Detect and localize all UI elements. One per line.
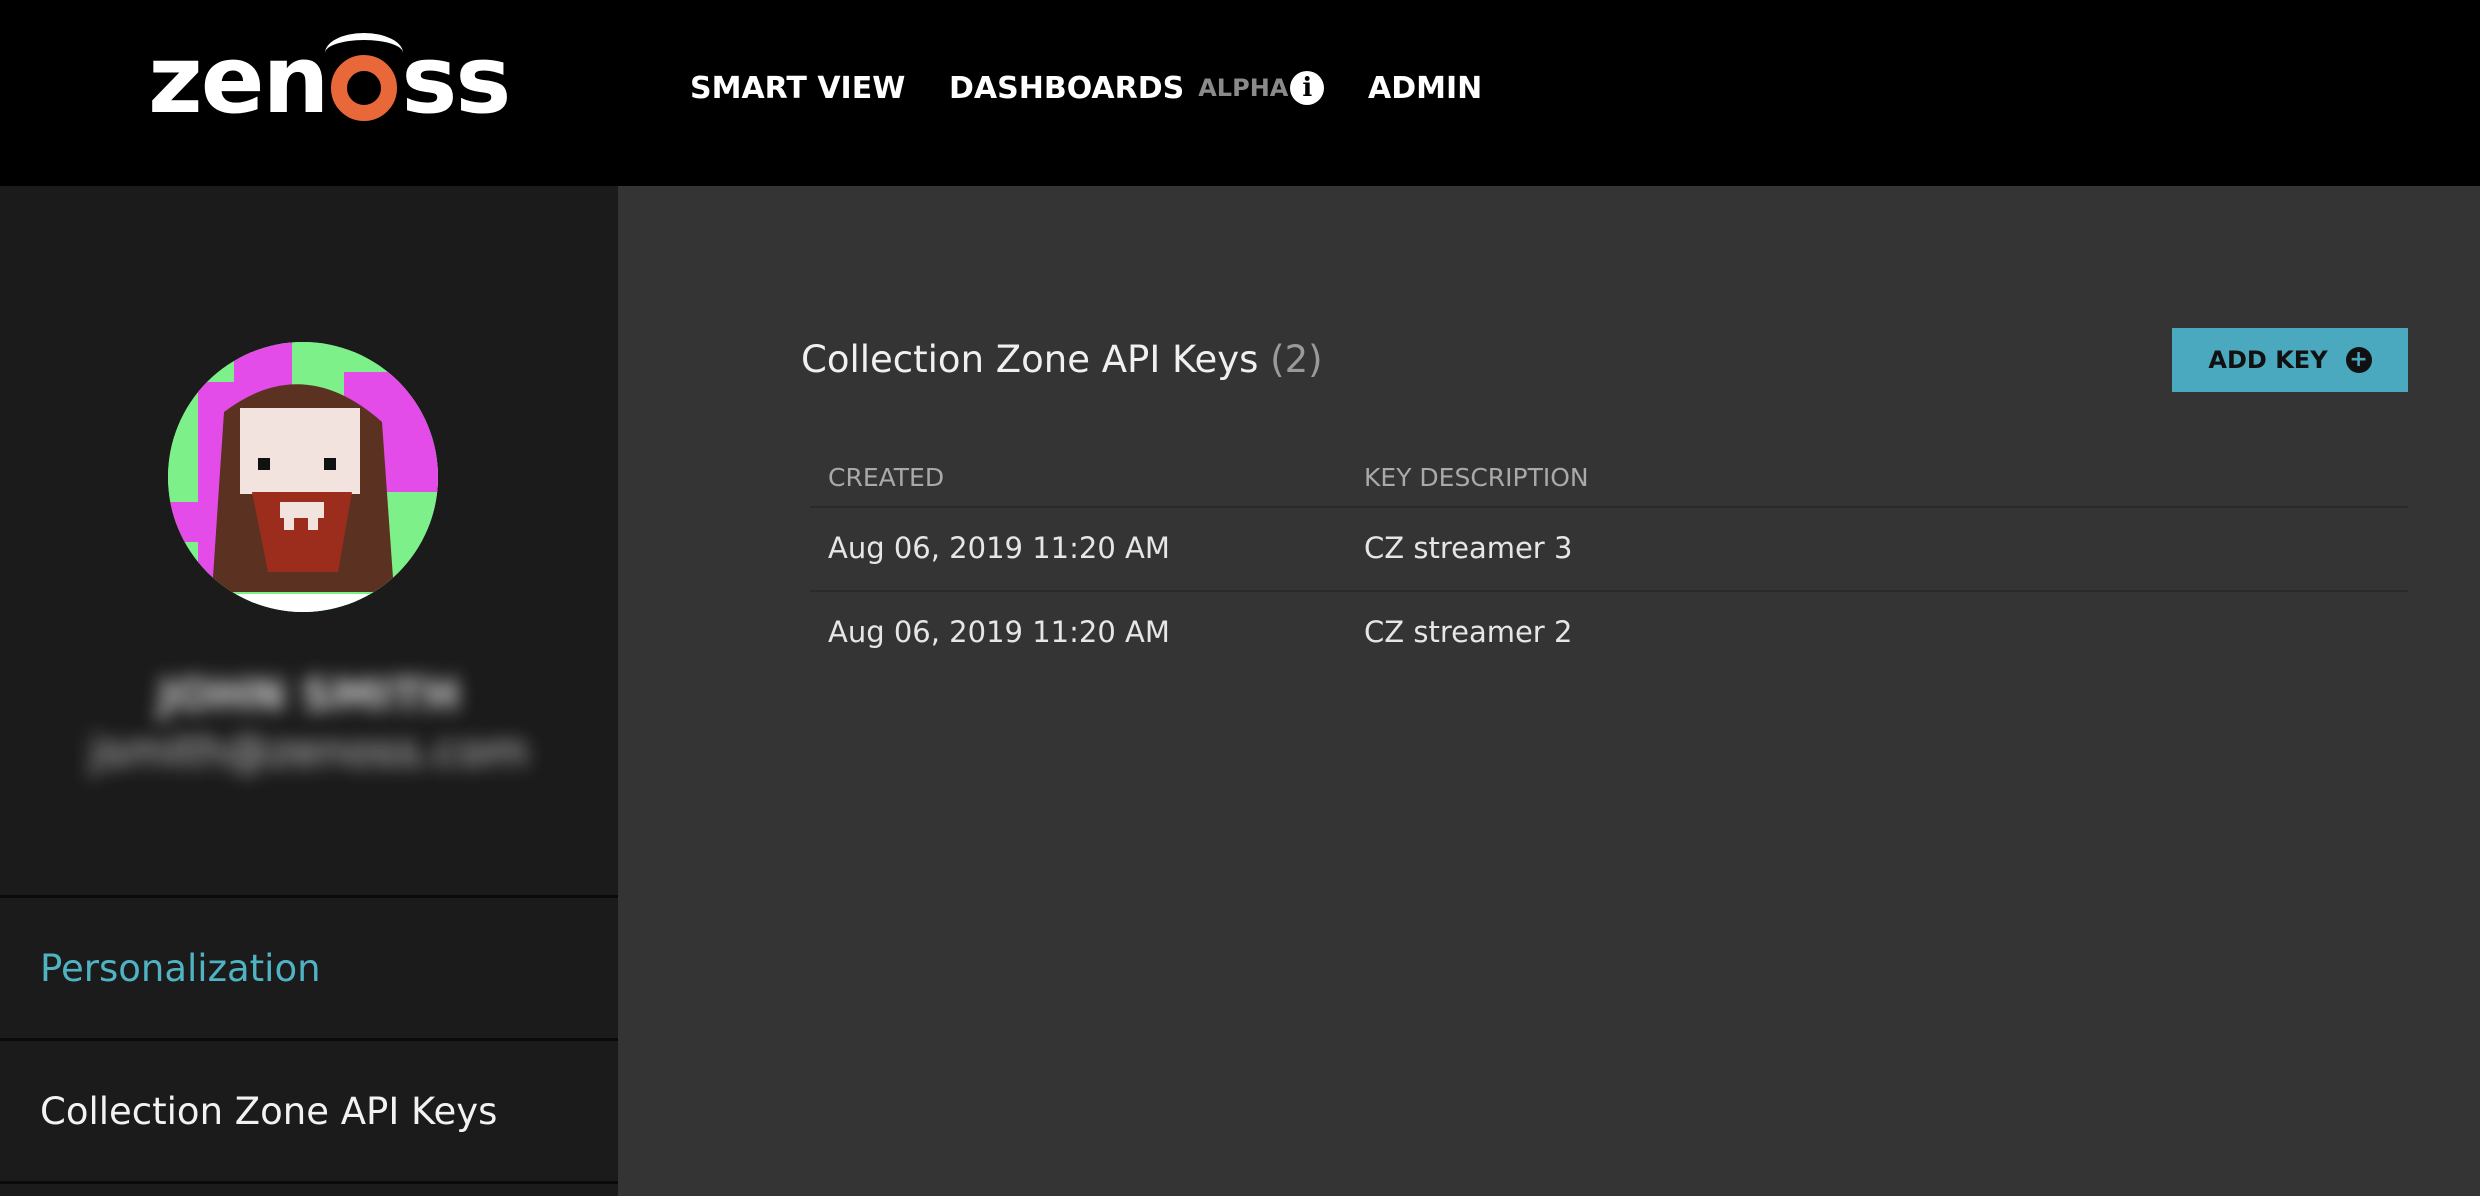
sidebar: JOHN SMITH jsmith@zenoss.com Personaliza… (0, 186, 618, 1196)
user-email: jsmith@zenoss.com (89, 726, 529, 777)
main-content: Collection Zone API Keys (2) ADD KEY + C… (618, 186, 2480, 1196)
alpha-badge: ALPHA (1198, 74, 1289, 102)
logo-ring-icon (325, 33, 404, 121)
info-icon[interactable]: i (1290, 71, 1325, 105)
logo-text-right: ss (401, 26, 511, 135)
add-key-label: ADD KEY (2208, 346, 2328, 374)
user-name: JOHN SMITH (158, 670, 460, 721)
cell-created: Aug 06, 2019 11:20 AM (828, 615, 1170, 649)
sidebar-divider (0, 1181, 618, 1184)
key-count: (2) (1270, 338, 1323, 381)
cell-key-description: CZ streamer 3 (1364, 531, 1573, 565)
add-key-button[interactable]: ADD KEY + (2172, 328, 2408, 392)
plus-circle-icon: + (2345, 347, 2372, 373)
sidebar-item-collection-zone-api-keys[interactable]: Collection Zone API Keys (0, 1041, 618, 1181)
nav-admin-label: ADMIN (1368, 70, 1483, 106)
column-header-created[interactable]: CREATED (828, 463, 944, 492)
nav-admin[interactable]: ADMIN (1368, 66, 1482, 110)
page-title: Collection Zone API Keys (2) (801, 338, 1323, 381)
column-header-key-description[interactable]: KEY DESCRIPTION (1364, 463, 1589, 492)
sidebar-item-label: Collection Zone API Keys (40, 1089, 498, 1133)
nav-smart-view-label: SMART VIEW (690, 70, 906, 106)
cell-created: Aug 06, 2019 11:20 AM (828, 531, 1170, 565)
sidebar-item-label: Personalization (40, 946, 321, 990)
top-navigation-bar: zen ss SMART VIEW DASHBOARDS ALPHA i ADM… (0, 0, 2480, 186)
nav-dashboards-label: DASHBOARDS (949, 70, 1185, 106)
logo-text-left: zen (148, 26, 329, 135)
zenoss-logo[interactable]: zen ss (148, 26, 511, 135)
nav-smart-view[interactable]: SMART VIEW (690, 66, 905, 110)
avatar (168, 342, 438, 612)
nav-dashboards[interactable]: DASHBOARDS ALPHA i (949, 66, 1325, 110)
page-title-text: Collection Zone API Keys (801, 338, 1259, 381)
sidebar-item-personalization[interactable]: Personalization (0, 898, 618, 1038)
cell-key-description: CZ streamer 2 (1364, 615, 1573, 649)
